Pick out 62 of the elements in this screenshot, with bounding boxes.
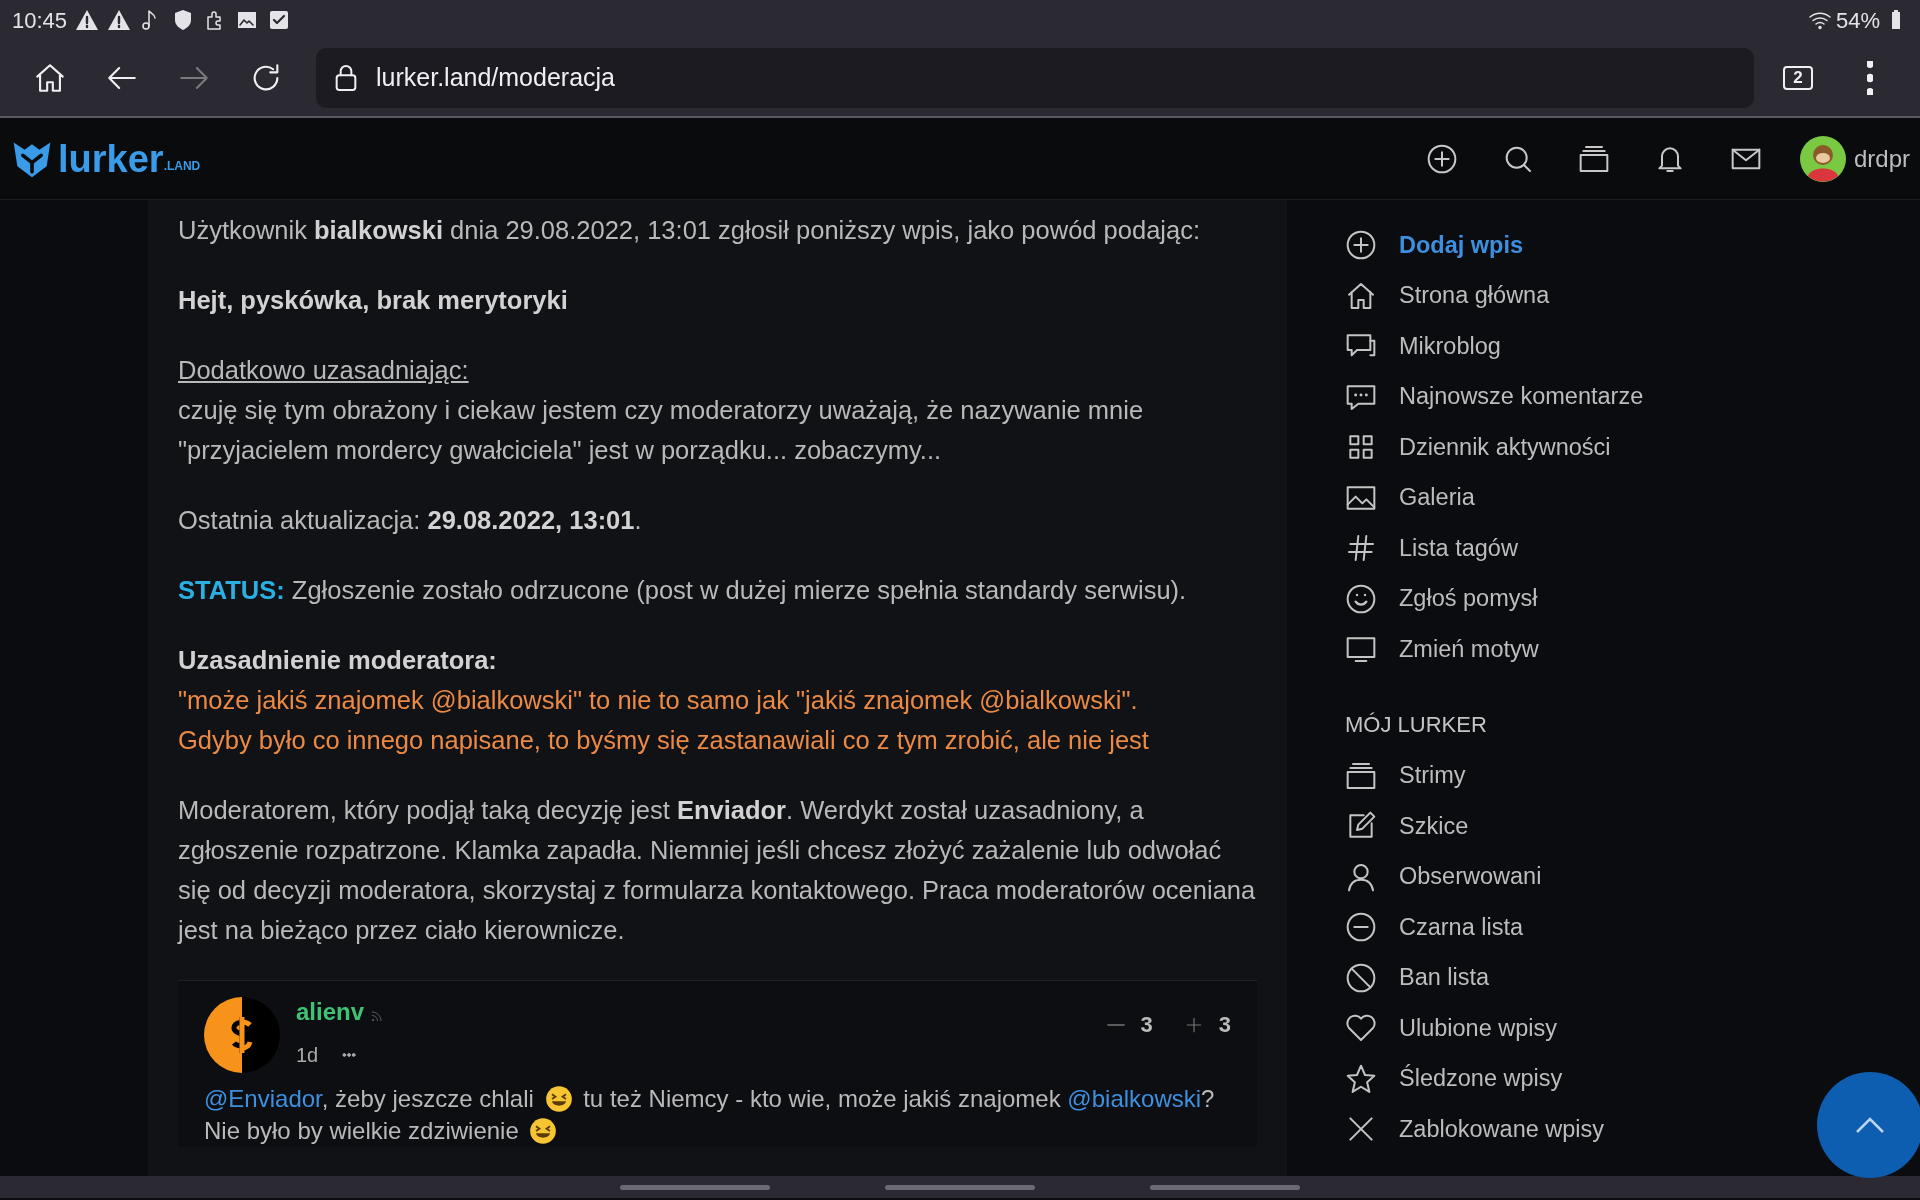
plus-circle-icon (1345, 229, 1377, 262)
last-update: Ostatnia aktualizacja: 29.08.2022, 13:01. (178, 505, 643, 536)
user-menu[interactable]: drdpr (1799, 135, 1910, 182)
smiley-icon (1345, 582, 1377, 615)
comment-text: @Enviador, żeby jeszcze chlali tu też Niemcy - kto wie, może jakiś znajomek @bialkowski? Nie było by wielkie zdziwienie (204, 1084, 1216, 1147)
sidebar-item[interactable]: Śledzone wpisy (1345, 1053, 1765, 1104)
home-icon (33, 61, 67, 95)
sidebar-item[interactable]: Strimy (1345, 750, 1765, 801)
sidebar-item[interactable]: Obserwowani (1345, 851, 1765, 902)
url-text: lurker.land/moderacja (376, 62, 615, 94)
sidebar-item[interactable]: Mikroblog (1345, 321, 1765, 372)
chevron-up-icon (1855, 1116, 1885, 1134)
tabs-button[interactable]: 2 (1762, 48, 1834, 108)
star-icon (1345, 1062, 1377, 1095)
status-line: STATUS: Zgłoszenie zostało odrzucone (post w dużej mierze spełnia standardy serwisu). (178, 575, 1188, 606)
warning-icon (75, 8, 100, 32)
sidebar-item[interactable]: Zmień motyw (1345, 624, 1765, 675)
report-intro: Użytkownik bialkowski dnia 29.08.2022, 13:01 zgłosił poniższy wpis, jako powód podając: (178, 215, 1201, 246)
plus-circle-icon (1425, 142, 1458, 175)
sidebar-item[interactable]: Strona główna (1345, 270, 1765, 321)
sidebar-item[interactable]: Najnowsze komentarze (1345, 371, 1765, 422)
post-time: 1d (296, 1043, 319, 1068)
nav-handle[interactable] (1150, 1184, 1300, 1190)
mention-link[interactable]: @bialkowski (1067, 1085, 1202, 1112)
minus-icon (1106, 1024, 1125, 1026)
laughing-emoji-icon (529, 1117, 558, 1145)
sidebar-item[interactable]: Zgłoś pomysł (1345, 573, 1765, 624)
rss-icon (370, 1009, 385, 1023)
sidebar-item[interactable]: Czarna lista (1345, 902, 1765, 953)
details-text: czuję się tym obrażony i ciekaw jestem czy moderatorzy uważają, że nazywanie mnie "przyjacielem mordercy gwałciciela" jest w porządku... zobaczymy... (178, 395, 1145, 466)
moderator-justification: "może jakiś znajomek @bialkowski" to nie to samo jak "jakiś znajomek @bialkowski". (178, 685, 1139, 716)
downvote-count: 3 (1140, 1011, 1153, 1039)
nav-handle[interactable] (620, 1184, 770, 1190)
menu-dots-icon (1867, 61, 1873, 95)
details-label: Dodatkowo uzasadniając: (178, 355, 469, 386)
sidebar-item[interactable]: Lista tagów (1345, 523, 1765, 574)
moderator-label: Uzasadnienie moderatora: (178, 645, 498, 676)
laughing-emoji-icon (544, 1085, 573, 1113)
sidebar-item[interactable]: Dziennik aktywności (1345, 422, 1765, 473)
moderator-justification: Gdyby było co innego napisane, to byśmy się zastanawiali co z tym zrobić, ale nie jest (178, 725, 1150, 756)
mention-link[interactable]: @Enviador (204, 1085, 322, 1112)
sidebar-item[interactable]: Zablokowane wpisy (1345, 1104, 1765, 1155)
sidebar-item[interactable]: Szkice (1345, 801, 1765, 852)
battery-level: 54% (1835, 6, 1880, 35)
closing-text: Moderatorem, który podjął taką decyzję jest Enviador. Werdykt został uzasadniony, a zgłoszenie rozpatrzone. Klamka zapadła. Niemniej jeśli chcesz złożyć zażalenie lub odwołać się od decyzji moderatora, skorzystaj z formularza kontaktowego. Praca moderatorów oceniana jest na bieżąco przez ciało kierownicze. (178, 795, 1257, 946)
report-reason: Hejt, pyskówka, brak merytoryki (178, 285, 569, 316)
section-heading: MÓJ LURKER (1345, 710, 1488, 739)
sidebar-item[interactable]: Ban lista (1345, 952, 1765, 1003)
logo[interactable]: lurker.LAND (10, 136, 201, 181)
ban-icon (1345, 961, 1377, 994)
avatar (1799, 135, 1846, 182)
clock: 10:45 (12, 6, 68, 35)
minus-circle-icon (1345, 911, 1377, 944)
nav-handle[interactable] (885, 1184, 1035, 1190)
author-name[interactable]: alienv (296, 997, 365, 1027)
address-bar[interactable]: lurker.land/moderacja (316, 48, 1754, 108)
sidebar-item[interactable]: Dodaj wpis (1345, 220, 1765, 271)
warning-icon (107, 8, 132, 32)
sidebar-item[interactable]: Galeria (1345, 472, 1765, 523)
upvote-count: 3 (1218, 1011, 1231, 1039)
plus-icon (1184, 1016, 1203, 1034)
sidebar-item[interactable]: Ulubione wpisy (1345, 1003, 1765, 1054)
